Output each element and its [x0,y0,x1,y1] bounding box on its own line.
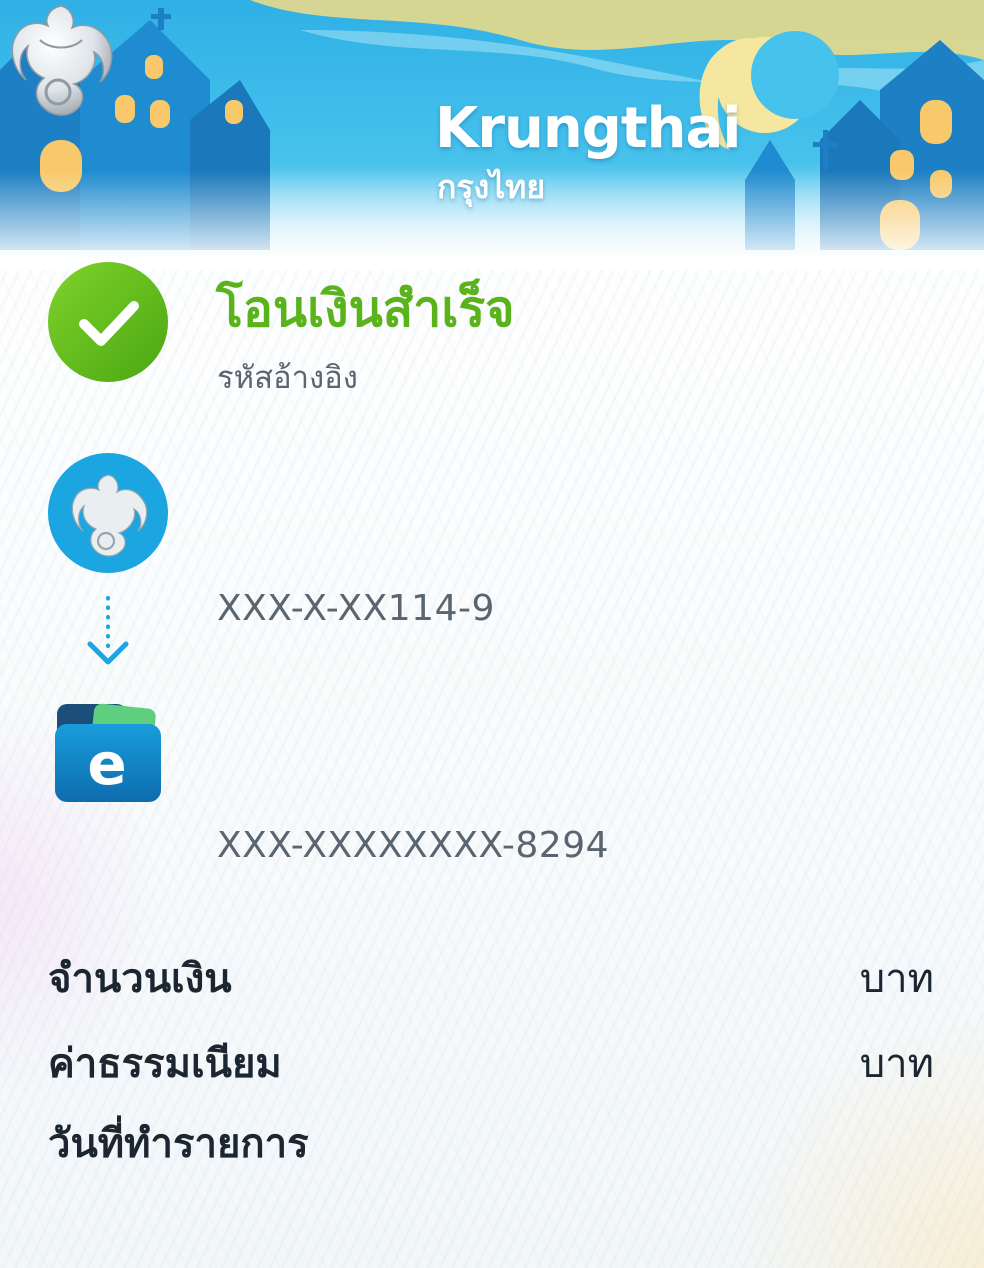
krungthai-bank-icon [48,453,168,573]
status-title: โอนเงินสำเร็จ [216,280,515,338]
brand-name-en: Krungthai [435,96,741,161]
fee-label: ค่าธรรมเนียม [48,1041,282,1087]
check-circle-icon [48,262,168,382]
reference-label: รหัสอ้างอิง [217,360,358,396]
fee-unit: บาท [859,1041,934,1087]
e-wallet-icon: e [55,703,161,802]
amount-unit: บาท [859,956,934,1002]
arrow-down-icon [87,596,129,665]
to-account-number: XXX-XXXXXXXX-8294 [217,825,610,866]
from-account-number: XXX-X-XX114-9 [217,588,495,629]
background-glow [724,1008,984,1268]
krungthai-bird-logo-icon [11,5,113,116]
svg-text:e: e [87,730,126,798]
header-banner: Krungthai กรุงไทย [0,0,984,270]
brand-name-th: กรุงไทย [437,168,546,206]
transaction-date-label: วันที่ทำรายการ [48,1121,309,1167]
amount-label: จำนวนเงิน [48,956,232,1002]
